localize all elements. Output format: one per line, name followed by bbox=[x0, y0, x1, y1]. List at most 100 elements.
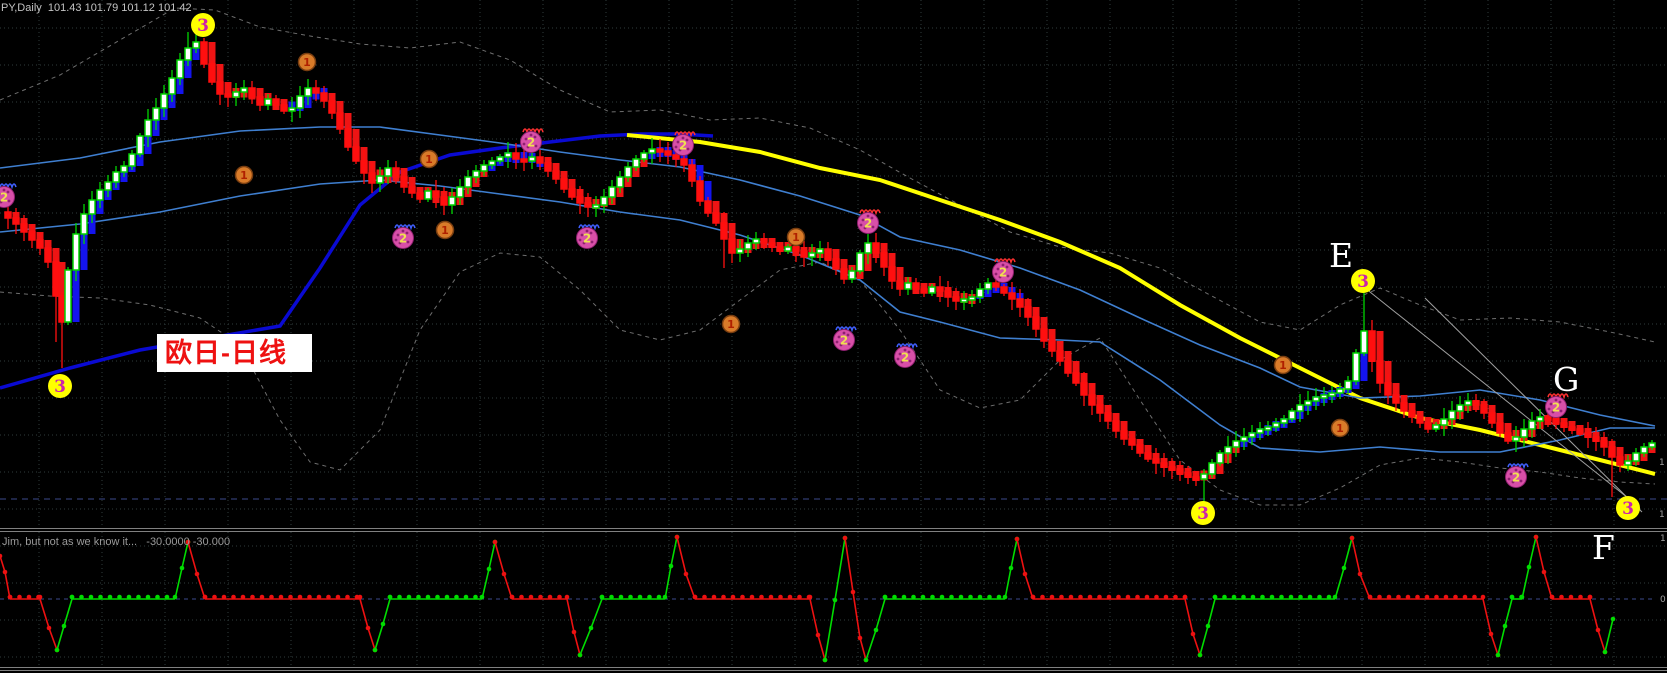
semafor3-marker[interactable]: 3 bbox=[1616, 496, 1640, 520]
semafor3-marker[interactable]: 3 bbox=[48, 374, 72, 398]
rose-digit: 2 bbox=[399, 232, 407, 246]
oscillator-dot bbox=[519, 594, 524, 600]
semafor1-marker[interactable]: 1 bbox=[419, 149, 439, 169]
semafor3-marker[interactable]: 3 bbox=[191, 13, 215, 37]
semafor1-marker[interactable]: 1 bbox=[435, 220, 455, 240]
oscillator-dot bbox=[1205, 623, 1211, 629]
candle-bear bbox=[840, 268, 848, 280]
oscillator-dot bbox=[1241, 594, 1246, 600]
candle-bear bbox=[1000, 286, 1008, 294]
oscillator-dot bbox=[721, 594, 726, 600]
oscillator-dot bbox=[1480, 594, 1486, 600]
candle-bull bbox=[128, 153, 136, 167]
oscillator-dot bbox=[850, 589, 856, 595]
oscillator-dot bbox=[2, 569, 8, 575]
candle-bull bbox=[1352, 352, 1360, 382]
oscillator-dot bbox=[637, 594, 643, 600]
candle-bear bbox=[1048, 340, 1056, 352]
oscillator-dot bbox=[1135, 594, 1140, 600]
oscillator-dot bbox=[269, 594, 274, 600]
candle-bear bbox=[992, 282, 1000, 288]
candle-bull bbox=[808, 252, 816, 258]
oscillator-indicator-label: Jim, but not as we know it... -30.0000 -… bbox=[2, 536, 231, 548]
oscillator-dot bbox=[892, 594, 897, 600]
candle-bull bbox=[928, 286, 936, 294]
oscillator-dot bbox=[1462, 594, 1468, 600]
semafor1-digit: 1 bbox=[1336, 422, 1344, 435]
candle-bear bbox=[1400, 402, 1408, 412]
candle-bear bbox=[368, 172, 376, 184]
candle-bull bbox=[1216, 452, 1224, 464]
candle-bear bbox=[832, 258, 840, 270]
oscillator-slope bbox=[809, 598, 826, 661]
rose-digit: 2 bbox=[679, 139, 687, 153]
candle-bear bbox=[1184, 472, 1192, 478]
candle-bull bbox=[1640, 446, 1648, 454]
candle-bull bbox=[1648, 442, 1656, 448]
candle-bear bbox=[1096, 404, 1104, 414]
candle-bear bbox=[1408, 410, 1416, 418]
candle-bear bbox=[888, 266, 896, 282]
semafor1-marker[interactable]: 1 bbox=[1273, 355, 1293, 375]
rose-marker-low[interactable]: 2 bbox=[392, 224, 416, 249]
oscillator-dot bbox=[1453, 594, 1458, 600]
candle-bull bbox=[864, 242, 872, 254]
semafor1-marker[interactable]: 1 bbox=[786, 227, 806, 247]
candle-bull bbox=[1272, 422, 1280, 428]
semafor1-marker[interactable]: 1 bbox=[721, 314, 741, 334]
candle-bull bbox=[296, 95, 304, 109]
oscillator-dot bbox=[1212, 594, 1218, 600]
rose-marker-low[interactable]: 2 bbox=[833, 326, 857, 351]
candle-bear bbox=[52, 261, 60, 297]
candle-bull bbox=[288, 107, 296, 112]
oscillator-dot bbox=[1269, 594, 1275, 600]
candle-bear bbox=[560, 178, 568, 190]
oscillator-dot bbox=[1288, 594, 1294, 600]
oscillator-dot bbox=[939, 594, 945, 600]
oscillator-dot bbox=[787, 594, 793, 600]
rose-dot bbox=[522, 142, 526, 146]
candle-bear bbox=[1600, 440, 1608, 448]
candle-bull bbox=[376, 175, 384, 184]
candle-bull bbox=[504, 152, 512, 158]
oscillator-dot bbox=[1317, 594, 1322, 600]
semafor1-marker[interactable]: 1 bbox=[297, 52, 317, 72]
candle-bear bbox=[568, 188, 576, 198]
oscillator-dot bbox=[454, 594, 459, 600]
candle-bull bbox=[168, 77, 176, 95]
candle-bear bbox=[1584, 432, 1592, 438]
candle-bull bbox=[632, 158, 640, 168]
oscillator-dot bbox=[501, 571, 507, 577]
candle-bull bbox=[640, 152, 648, 160]
oscillator-dot bbox=[1144, 594, 1150, 600]
candle-bull bbox=[1536, 416, 1544, 422]
rose-marker-low[interactable]: 2 bbox=[1505, 463, 1529, 488]
oscillator-dot bbox=[1502, 623, 1508, 629]
rose-marker-low[interactable]: 2 bbox=[0, 183, 17, 208]
rose-marker-low[interactable]: 2 bbox=[576, 224, 600, 249]
candle-bear bbox=[1192, 476, 1200, 481]
oscillator-dot bbox=[1068, 594, 1074, 600]
oscillator-slope bbox=[1184, 598, 1201, 656]
oscillator-dot bbox=[1173, 594, 1178, 600]
candle-bear bbox=[1560, 422, 1568, 428]
candle-bear bbox=[1008, 292, 1016, 300]
oscillator-dot bbox=[882, 594, 888, 600]
semafor1-marker[interactable]: 1 bbox=[234, 165, 254, 185]
candle-bull bbox=[600, 196, 608, 206]
oscillator-dot bbox=[1014, 536, 1020, 542]
rose-marker-low[interactable]: 2 bbox=[894, 343, 918, 368]
candle-bull bbox=[152, 107, 160, 121]
rose-marker-high[interactable]: 2 bbox=[857, 209, 881, 234]
rose-digit: 2 bbox=[864, 217, 872, 231]
oscillator-dot bbox=[61, 623, 67, 629]
semafor3-marker[interactable]: 3 bbox=[1191, 501, 1215, 525]
rose-digit: 2 bbox=[527, 136, 535, 150]
oscillator-dot bbox=[1415, 594, 1420, 600]
semafor3-marker[interactable]: 3 bbox=[1351, 269, 1375, 293]
candle-bull bbox=[744, 242, 752, 250]
candle-bear bbox=[344, 128, 352, 148]
semafor1-marker[interactable]: 1 bbox=[1330, 418, 1350, 438]
oscillator-dot bbox=[1488, 631, 1494, 637]
rose-marker-high[interactable]: 2 bbox=[992, 258, 1016, 283]
